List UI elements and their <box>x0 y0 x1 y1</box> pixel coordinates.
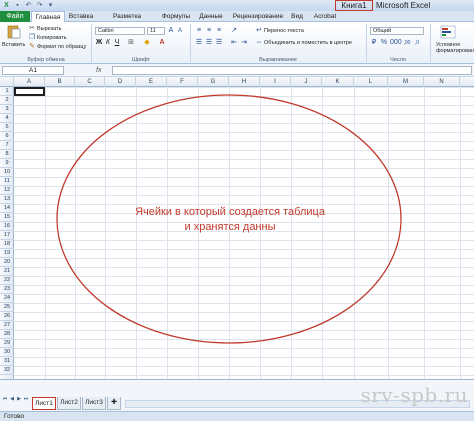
name-box[interactable]: A1 <box>2 66 64 75</box>
align-top-icon[interactable]: ≡ <box>195 27 203 35</box>
group-divider <box>430 24 431 62</box>
tab-review[interactable]: Рецензирование <box>230 11 286 22</box>
shrink-font-icon[interactable]: A <box>176 27 184 35</box>
decrease-decimal-icon[interactable]: ,0 <box>413 39 421 47</box>
sheet-tab-1[interactable]: Лист1 <box>32 397 56 410</box>
group-divider <box>366 24 367 62</box>
wrap-text-icon[interactable]: ↵ <box>255 27 263 35</box>
annotation-text: Ячейки в который создается таблица и хра… <box>100 205 360 235</box>
tab-page-layout[interactable]: Разметка страницы <box>98 11 156 31</box>
number-format-select[interactable]: Общий <box>370 27 424 35</box>
alignment-group-label: Выравнивание <box>259 57 297 63</box>
tab-data[interactable]: Данные <box>196 11 226 22</box>
insert-sheet-icon[interactable]: ✚ <box>107 397 121 410</box>
annotation-line-2: и хранятся данны <box>184 221 276 233</box>
workbook-title: Книга1 <box>335 0 373 11</box>
format-painter-icon[interactable]: ✎ <box>28 43 36 51</box>
number-group-label: Число <box>390 57 406 63</box>
font-group-label: Шрифт <box>131 57 151 63</box>
status-text: Готово <box>4 413 25 420</box>
ribbon-tabs: Файл Главная Вставка Разметка страницы Ф… <box>0 11 474 31</box>
clipboard-group-label: Буфер обмена <box>27 57 65 63</box>
sheet-tab-3[interactable]: Лист3 <box>82 397 106 410</box>
paste-icon[interactable] <box>6 25 22 39</box>
paste-button[interactable]: Вставить <box>2 42 25 49</box>
percent-format-icon[interactable]: % <box>380 39 388 47</box>
cut-button[interactable]: Вырезать <box>37 26 61 33</box>
orientation-icon[interactable]: ↗ <box>230 27 238 35</box>
watermark: srv-spb.ru <box>360 383 468 407</box>
prev-sheet-icon[interactable]: ◀ <box>9 396 15 403</box>
format-painter-button[interactable]: Формат по образцу <box>37 44 86 51</box>
status-bar: Готово <box>0 411 474 421</box>
underline-icon[interactable]: Ч <box>113 39 121 47</box>
worksheet-grid: A B C D E F G H I J K L M N 1 2 3 4 5 6 … <box>0 77 474 379</box>
group-divider <box>91 24 92 62</box>
formula-bar: A1 fx <box>0 64 474 77</box>
merge-center-icon[interactable]: ⇔ <box>255 39 263 47</box>
tab-formulas[interactable]: Формулы <box>159 11 193 22</box>
align-bottom-icon[interactable]: ≡ <box>215 27 223 35</box>
comma-style-icon[interactable]: 000 <box>390 39 402 47</box>
conditional-formatting-icon[interactable] <box>440 25 456 39</box>
font-size-select[interactable]: 11 <box>147 27 165 35</box>
italic-icon[interactable]: К <box>104 39 112 47</box>
tab-view[interactable]: Вид <box>288 11 306 22</box>
title-bar: X ▪ ↶ ↷ ▾ Книга1 Microsoft Excel <box>0 0 474 11</box>
formula-input[interactable] <box>112 66 472 75</box>
tab-home[interactable]: Главная <box>31 11 65 22</box>
cut-icon[interactable]: ✂ <box>28 25 36 33</box>
font-name-select[interactable]: Calibri <box>95 27 145 35</box>
last-sheet-icon[interactable]: ⏭ <box>23 396 29 403</box>
copy-icon[interactable]: ❐ <box>28 34 36 42</box>
ribbon: Вставить ✂ Вырезать ❐ Копировать ✎ Форма… <box>0 22 474 64</box>
align-middle-icon[interactable]: ≡ <box>205 27 213 35</box>
conditional-formatting-button[interactable]: Условное форматирование <box>436 42 474 54</box>
redo-icon[interactable]: ↷ <box>35 1 44 10</box>
increase-indent-icon[interactable]: ⇥ <box>240 39 248 47</box>
align-left-icon[interactable]: ☰ <box>195 39 203 47</box>
copy-button[interactable]: Копировать <box>37 35 67 42</box>
fill-color-icon[interactable]: ◆ <box>143 39 151 47</box>
wrap-text-button[interactable]: Перенос текста <box>264 28 304 35</box>
tab-file[interactable]: Файл <box>0 11 30 22</box>
excel-logo-icon: X <box>4 2 9 9</box>
tab-insert[interactable]: Вставка <box>66 11 96 22</box>
bold-icon[interactable]: Ж <box>95 39 103 47</box>
decrease-indent-icon[interactable]: ⇤ <box>230 39 238 47</box>
align-right-icon[interactable]: ☰ <box>215 39 223 47</box>
sheet-tab-2[interactable]: Лист2 <box>57 397 81 410</box>
font-color-icon[interactable]: A <box>158 39 166 47</box>
annotation-layer: Ячейки в который создается таблица и хра… <box>0 77 474 379</box>
customize-quick-access-icon[interactable]: ▾ <box>46 1 55 10</box>
save-icon[interactable]: ▪ <box>13 1 22 10</box>
group-divider <box>190 24 191 62</box>
first-sheet-icon[interactable]: ⏮ <box>2 396 8 403</box>
app-title: Microsoft Excel <box>376 1 431 10</box>
merge-center-button[interactable]: Объединить и поместить в центре <box>264 40 352 47</box>
currency-format-icon[interactable]: ₽ <box>370 39 378 47</box>
borders-icon[interactable]: ⊞ <box>127 39 135 47</box>
annotation-line-1: Ячейки в который создается таблица <box>135 206 325 218</box>
next-sheet-icon[interactable]: ▶ <box>16 396 22 403</box>
undo-icon[interactable]: ↶ <box>24 1 33 10</box>
grow-font-icon[interactable]: A <box>167 27 175 35</box>
align-center-icon[interactable]: ☰ <box>205 39 213 47</box>
increase-decimal-icon[interactable]: ,00 <box>403 39 411 47</box>
tab-acrobat[interactable]: Acrobat <box>312 11 338 22</box>
insert-function-button[interactable]: fx <box>96 66 101 75</box>
